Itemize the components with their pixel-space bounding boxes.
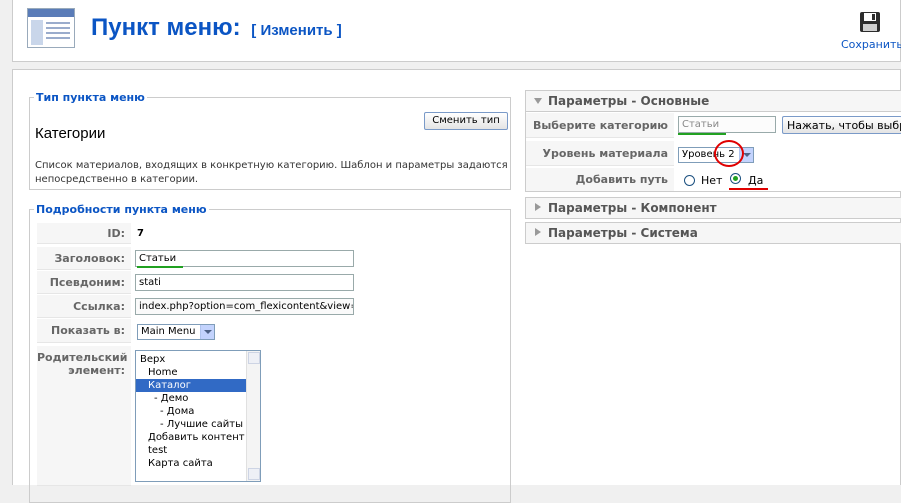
alias-input[interactable]: stati (135, 274, 354, 291)
chevron-down-icon[interactable] (200, 325, 214, 339)
parent-option-top[interactable]: Верх (136, 353, 260, 366)
description-line-1: Список материалов, входящих в конкретную… (35, 160, 508, 171)
category-label: Выберите категорию (526, 113, 674, 138)
red-underline-annotation (729, 188, 768, 190)
title-input[interactable]: Статьи (135, 250, 354, 267)
link-label: Ссылка: (37, 295, 131, 318)
params-basic-header[interactable]: Параметры - Основные (525, 90, 901, 112)
level-label: Уровень материала (526, 141, 674, 166)
menu-details-legend: Подробности пункта меню (36, 203, 207, 216)
parent-listbox[interactable]: Верх Home Каталог - Демо - Дома - Лучшие… (135, 350, 261, 482)
menu-type-description: Список материалов, входящих в конкретную… (35, 159, 508, 187)
change-type-button[interactable]: Сменить тип (424, 112, 508, 130)
page-title: Пункт меню: [ Изменить ] (91, 14, 342, 42)
alias-label: Псевдоним: (37, 271, 131, 294)
title-green-underline (137, 266, 183, 268)
scroll-down-arrow-icon[interactable] (248, 468, 260, 480)
parent-label: Родительский элемент: (37, 346, 131, 486)
category-input[interactable]: Статьи (678, 116, 776, 133)
show-in-label: Показать в: (37, 319, 131, 343)
parent-option-demo[interactable]: - Демо (136, 392, 260, 405)
save-button[interactable]: Сохранить (841, 10, 901, 51)
path-no-radio[interactable] (684, 175, 695, 186)
menu-type-name: Категории (35, 125, 106, 142)
path-yes-label: Да (748, 174, 764, 187)
parent-option-catalog[interactable]: Каталог (136, 379, 260, 392)
params-component-header[interactable]: Параметры - Компонент (525, 197, 901, 219)
page-title-text: Пункт меню: (91, 14, 241, 41)
parent-listbox-scrollbar[interactable] (246, 351, 260, 481)
category-green-underline (678, 133, 726, 135)
select-category-button[interactable]: Нажать, чтобы выбрать (782, 116, 901, 134)
parent-option-test[interactable]: test (136, 444, 260, 457)
id-value: 7 (137, 228, 144, 239)
path-yes-radio[interactable] (730, 173, 741, 184)
page-subtitle: [ Изменить ] (251, 22, 342, 39)
save-button-label: Сохранить (841, 38, 901, 51)
toolbar-header: Пункт меню: [ Изменить ] Сохранить (12, 0, 901, 62)
params-component-title: Параметры - Компонент (548, 201, 717, 215)
show-in-value: Main Menu (141, 326, 196, 337)
scroll-up-arrow-icon[interactable] (248, 352, 260, 364)
params-system-title: Параметры - Система (548, 226, 698, 240)
parent-option-add-content[interactable]: Добавить контент (136, 431, 260, 444)
show-in-select[interactable]: Main Menu (137, 324, 215, 340)
parent-label-line-2: элемент: (68, 364, 125, 377)
description-line-2: непосредственно в категории. (35, 174, 199, 185)
menu-type-legend: Тип пункта меню (36, 91, 145, 104)
parent-option-home[interactable]: Home (136, 366, 260, 379)
collapsed-triangle-icon (535, 203, 541, 211)
parent-label-line-1: Родительский (37, 351, 128, 364)
main-content: Тип пункта меню Категории Сменить тип Сп… (12, 69, 901, 503)
id-label: ID: (37, 223, 131, 244)
expanded-triangle-icon (534, 98, 542, 104)
params-basic-title: Параметры - Основные (548, 94, 710, 108)
path-label: Добавить путь (526, 168, 674, 191)
menu-item-icon (27, 8, 75, 48)
red-circle-annotation (714, 140, 744, 167)
parent-option-best-sites[interactable]: - Лучшие сайты (136, 418, 260, 431)
collapsed-triangle-icon (535, 228, 541, 236)
title-label: Заголовок: (37, 247, 131, 270)
params-system-header[interactable]: Параметры - Система (525, 222, 901, 244)
path-no-label: Нет (701, 174, 723, 187)
parent-option-sitemap[interactable]: Карта сайта (136, 457, 260, 470)
floppy-disk-icon (858, 10, 882, 34)
link-input[interactable]: index.php?option=com_flexicontent&view=c… (135, 298, 354, 315)
parent-option-houses[interactable]: - Дома (136, 405, 260, 418)
